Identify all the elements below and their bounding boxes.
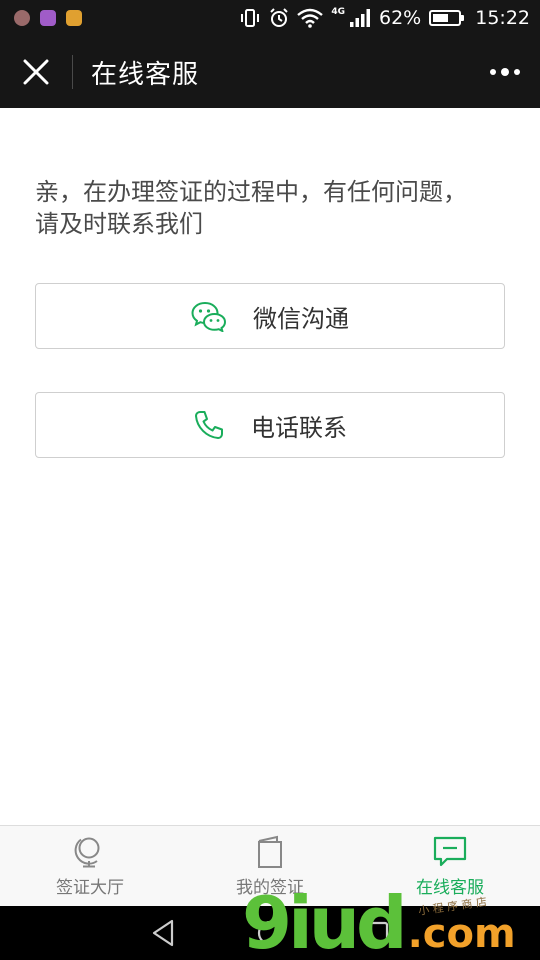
more-dot-icon <box>490 69 496 75</box>
tab-label: 我的签证 <box>236 877 304 898</box>
phone-contact-label: 电话联系 <box>251 413 347 442</box>
tab-label: 签证大厅 <box>56 877 124 898</box>
phone-contact-button[interactable]: 电话联系 <box>35 392 505 458</box>
tab-visa-hall[interactable]: 签证大厅 <box>0 826 180 906</box>
clock-time: 15:22 <box>475 7 530 29</box>
close-button[interactable] <box>0 36 72 108</box>
vibrate-icon <box>239 8 261 28</box>
recents-square-icon <box>365 921 389 945</box>
gallery-notification-icon <box>40 10 56 26</box>
more-options-button[interactable] <box>470 36 540 108</box>
wechat-contact-label: 微信沟通 <box>253 304 349 333</box>
wechat-contact-button[interactable]: 微信沟通 <box>35 283 505 349</box>
status-bar: 4G 62% 15:22 <box>0 0 540 36</box>
phone-icon <box>193 409 225 441</box>
intro-text: 亲，在办理签证的过程中，有任何问题， 请及时联系我们 <box>35 176 515 240</box>
battery-percentage: 62% <box>379 7 422 29</box>
home-circle-icon <box>257 920 283 946</box>
intro-line-1: 亲，在办理签证的过程中，有任何问题， <box>35 178 467 206</box>
wechat-icon <box>191 300 227 332</box>
globe-icon <box>74 837 100 867</box>
tab-my-visa[interactable]: 我的签证 <box>180 826 360 906</box>
wifi-icon <box>297 8 324 28</box>
alarm-icon <box>269 8 289 28</box>
network-type-label: 4G <box>331 7 345 17</box>
tab-label: 在线客服 <box>416 877 484 898</box>
passport-icon <box>258 835 282 868</box>
signal-icon <box>349 8 371 28</box>
chat-icon <box>433 836 467 866</box>
intro-line-2: 请及时联系我们 <box>35 210 203 238</box>
page-title: 在线客服 <box>91 59 200 90</box>
close-icon <box>23 59 49 85</box>
nav-recents-button[interactable] <box>364 920 390 946</box>
more-dot-icon <box>514 69 520 75</box>
nav-back-button[interactable] <box>150 919 176 947</box>
system-indicators: 4G 62% 15:22 <box>239 7 530 29</box>
app-notification-icon-2 <box>66 10 82 26</box>
notification-icons <box>14 10 82 26</box>
title-divider <box>72 55 73 89</box>
system-navigation-bar <box>0 906 540 960</box>
nav-home-button[interactable] <box>256 919 284 947</box>
tab-online-service[interactable]: 在线客服 <box>360 826 540 906</box>
app-notification-icon <box>14 10 30 26</box>
battery-icon <box>429 10 465 26</box>
title-bar: 在线客服 <box>0 36 540 108</box>
more-dot-icon <box>501 68 509 76</box>
back-triangle-icon <box>152 919 174 947</box>
bottom-tab-bar: 签证大厅 我的签证 在线客服 <box>0 825 540 906</box>
